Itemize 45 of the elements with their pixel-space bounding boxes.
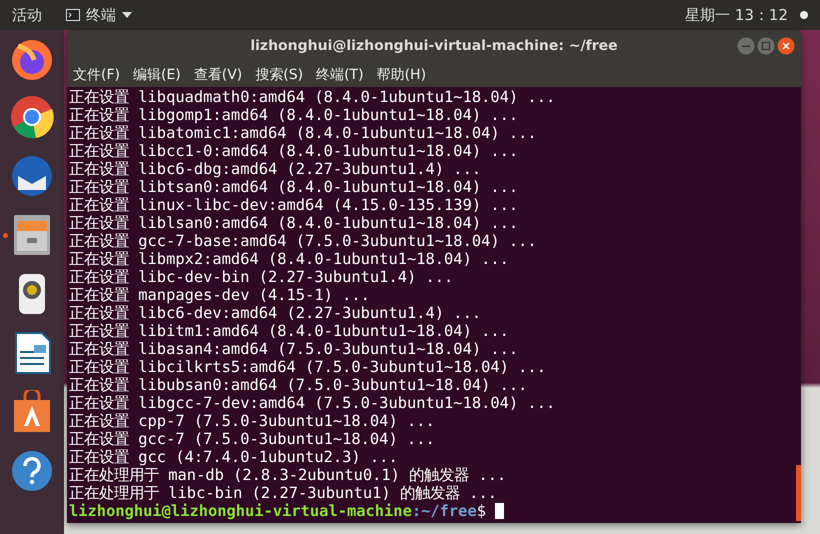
clock[interactable]: 星期一 13：12 [685, 6, 788, 24]
prompt-sign: $ [476, 502, 486, 520]
minimize-icon[interactable] [737, 37, 755, 55]
output-line: 正在设置 libitm1:amd64 (8.4.0-1ubuntu1~18.04) ... [69, 322, 509, 340]
prompt-path: :~/free [412, 502, 477, 520]
output-line: 正在设置 gcc (4:7.4.0-1ubuntu2.3) ... [69, 448, 398, 466]
output-line: 正在设置 libtsan0:amd64 (8.4.0-1ubuntu1~18.04) ... [69, 178, 518, 196]
output-line: 正在设置 libcilkrts5:amd64 (7.5.0-3ubuntu1~18.04) ... [69, 358, 546, 376]
output-line: 正在设置 gcc-7-base:amd64 (7.5.0-3ubuntu1~18.04) ... [69, 232, 537, 250]
output-line: 正在设置 libmpx2:amd64 (8.4.0-1ubuntu1~18.04) ... [69, 250, 509, 268]
status-dot-icon [800, 11, 808, 19]
menu-item[interactable]: 终端(T) [316, 66, 364, 84]
text-cursor [495, 503, 504, 519]
round-logo-icon[interactable] [10, 95, 54, 139]
app-menu[interactable]: 终端 [66, 6, 132, 24]
scrollbar-thumb[interactable] [796, 465, 801, 521]
terminal-icon [66, 9, 80, 21]
close-icon[interactable] [777, 37, 795, 55]
output-line: 正在设置 libgcc-7-dev:amd64 (7.5.0-3ubuntu1~18.04) ... [69, 394, 556, 412]
menu-item[interactable]: 编辑(E) [132, 66, 181, 84]
output-line: 正在设置 gcc-7 (7.5.0-3ubuntu1~18.04) ... [69, 430, 435, 448]
output-line: 正在设置 libgomp1:amd64 (8.4.0-1ubuntu1~18.04) ... [69, 106, 518, 124]
prompt-user: lizhonghui@lizhonghui-virtual-machine [69, 502, 412, 520]
output-line: 正在设置 libc-dev-bin (2.27-3ubuntu1.4) ... [69, 268, 454, 286]
menu-item[interactable]: 查看(V) [194, 66, 242, 84]
caret-icon [122, 12, 132, 18]
output-line: 正在设置 cpp-7 (7.5.0-3ubuntu1~18.04) ... [69, 412, 435, 430]
output-line: 正在设置 libcc1-0:amd64 (8.4.0-1ubuntu1~18.04) ... [69, 142, 518, 160]
output-line: 正在设置 libc6-dev:amd64 (2.27-3ubuntu1.4) ... [69, 304, 482, 322]
output-line: 正在处理用于 man-db (2.8.3-2ubuntu0.1) 的触发器 ... [69, 466, 506, 484]
output-line: 正在设置 libatomic1:amd64 (8.4.0-1ubuntu1~18.04) ... [69, 124, 537, 142]
output-line: 正在设置 libasan4:amd64 (7.5.0-3ubuntu1~18.04) ... [69, 340, 518, 358]
output-line: 正在设置 libquadmath0:amd64 (8.4.0-1ubuntu1~18.04) ... [69, 88, 556, 106]
help-icon[interactable] [10, 449, 54, 493]
window-title: lizhonghui@lizhonghui-virtual-machine: ~/free [250, 38, 618, 54]
output-line: 正在处理用于 libc-bin (2.27-3ubuntu1) 的触发器 ... [69, 484, 497, 502]
output-line: 正在设置 libc6-dbg:amd64 (2.27-3ubuntu1.4) ... [69, 160, 482, 178]
menu-item[interactable]: 文件(F) [73, 66, 120, 84]
output-line: 正在设置 manpages-dev (4.15-1) ... [69, 286, 370, 304]
activities-button[interactable]: 活动 [12, 6, 42, 24]
menu-item[interactable]: 帮助(H) [376, 66, 426, 84]
menu-item[interactable]: 搜索(S) [255, 66, 304, 84]
output-line: 正在设置 libubsan0:amd64 (7.5.0-3ubuntu1~18.04) ... [69, 376, 528, 394]
output-line: 正在设置 linux-libc-dev:amd64 (4.15.0-135.139) ... [69, 196, 518, 214]
output-line: 正在设置 liblsan0:amd64 (8.4.0-1ubuntu1~18.04) ... [69, 214, 518, 232]
